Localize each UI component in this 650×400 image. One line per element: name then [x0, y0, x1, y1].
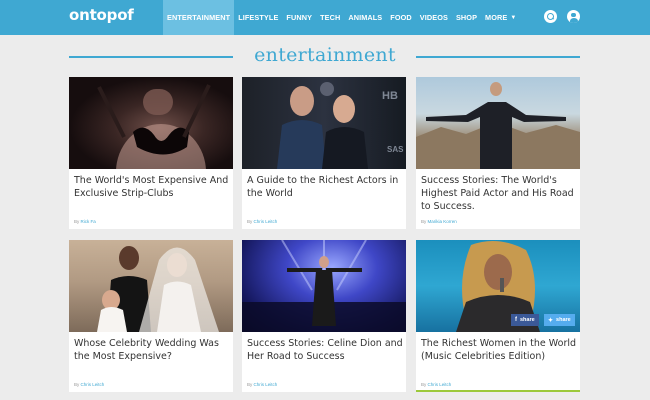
site-logo[interactable]: ontopof: [69, 6, 134, 24]
facebook-share-button[interactable]: f share: [511, 314, 539, 326]
nav-item-videos[interactable]: VIDEOS: [416, 0, 452, 35]
nav-more-label: MORE: [485, 13, 508, 22]
article-image[interactable]: [416, 77, 580, 169]
section-divider-left: [69, 56, 233, 58]
byline-prefix: By: [247, 382, 253, 387]
article-illustration: HB SAS: [277, 82, 404, 169]
nav-item-animals[interactable]: ANIMALS: [344, 0, 386, 35]
article-author[interactable]: Marikia Korren: [428, 219, 457, 224]
byline-prefix: By: [74, 382, 80, 387]
article-card[interactable]: Success Stories: Celine Dion and Her Roa…: [242, 240, 406, 392]
header-bar: ontopof ENTERTAINMENT LIFESTYLE FUNNY TE…: [0, 0, 650, 35]
byline-prefix: By: [421, 382, 427, 387]
article-byline: By Chris Leitch: [421, 382, 451, 387]
article-author[interactable]: Chris Leitch: [254, 219, 278, 224]
article-author[interactable]: Rick Fa: [81, 219, 96, 224]
article-illustration: [97, 246, 219, 332]
article-author[interactable]: Chris Leitch: [81, 382, 105, 387]
nav-item-more[interactable]: MORE ▼: [481, 0, 520, 35]
article-title[interactable]: A Guide to the Richest Actors in the Wor…: [247, 174, 403, 200]
article-image[interactable]: [69, 77, 233, 169]
nav-item-food[interactable]: FOOD: [386, 0, 415, 35]
article-byline: By Chris Leitch: [247, 219, 277, 224]
card-accent-bar: [416, 390, 580, 392]
article-byline: By Rick Fa: [74, 219, 96, 224]
article-illustration: [416, 82, 580, 169]
article-card[interactable]: Whose Celebrity Wedding Was the Most Exp…: [69, 240, 233, 392]
article-title[interactable]: Success Stories: Celine Dion and Her Roa…: [247, 337, 403, 363]
nav-item-entertainment[interactable]: ENTERTAINMENT: [163, 0, 235, 35]
article-image[interactable]: HB SAS: [242, 77, 406, 169]
article-image[interactable]: f share ✦ share: [416, 240, 580, 332]
byline-prefix: By: [74, 219, 80, 224]
nav-item-shop[interactable]: SHOP: [452, 0, 481, 35]
article-title[interactable]: The Richest Women in the World (Music Ce…: [421, 337, 577, 363]
article-card[interactable]: HB SAS A Guide to the Richest Actors in …: [242, 77, 406, 229]
nav-item-lifestyle[interactable]: LIFESTYLE: [234, 0, 282, 35]
twitter-share-label: share: [556, 317, 571, 323]
article-byline: By Chris Leitch: [74, 382, 104, 387]
article-byline: By Marikia Korren: [421, 219, 457, 224]
article-author[interactable]: Chris Leitch: [254, 382, 278, 387]
facebook-share-label: share: [520, 317, 535, 323]
article-illustration: [242, 240, 406, 332]
article-card[interactable]: f share ✦ share The Richest Women in the…: [416, 240, 580, 392]
article-image[interactable]: [242, 240, 406, 332]
search-icon[interactable]: [544, 10, 557, 23]
article-author[interactable]: Chris Leitch: [428, 382, 452, 387]
article-title[interactable]: The World's Most Expensive And Exclusive…: [74, 174, 230, 200]
article-title[interactable]: Whose Celebrity Wedding Was the Most Exp…: [74, 337, 230, 363]
svg-text:SAS: SAS: [387, 145, 404, 154]
article-byline: By Chris Leitch: [247, 382, 277, 387]
article-title[interactable]: Success Stories: The World's Highest Pai…: [421, 174, 577, 213]
section-divider-right: [416, 56, 580, 58]
user-icon[interactable]: [567, 10, 580, 23]
section-title: entertainment: [254, 44, 396, 66]
chevron-down-icon: ▼: [510, 14, 517, 21]
main-nav: ENTERTAINMENT LIFESTYLE FUNNY TECH ANIMA…: [163, 0, 520, 35]
twitter-icon: ✦: [548, 317, 554, 324]
facebook-icon: f: [515, 317, 517, 323]
article-card[interactable]: Success Stories: The World's Highest Pai…: [416, 77, 580, 229]
byline-prefix: By: [421, 219, 427, 224]
svg-text:HB: HB: [382, 90, 398, 102]
nav-item-tech[interactable]: TECH: [316, 0, 344, 35]
article-illustration: [97, 84, 211, 169]
byline-prefix: By: [247, 219, 253, 224]
article-image[interactable]: [69, 240, 233, 332]
twitter-share-button[interactable]: ✦ share: [544, 314, 575, 326]
article-card[interactable]: The World's Most Expensive And Exclusive…: [69, 77, 233, 229]
nav-item-funny[interactable]: FUNNY: [282, 0, 316, 35]
